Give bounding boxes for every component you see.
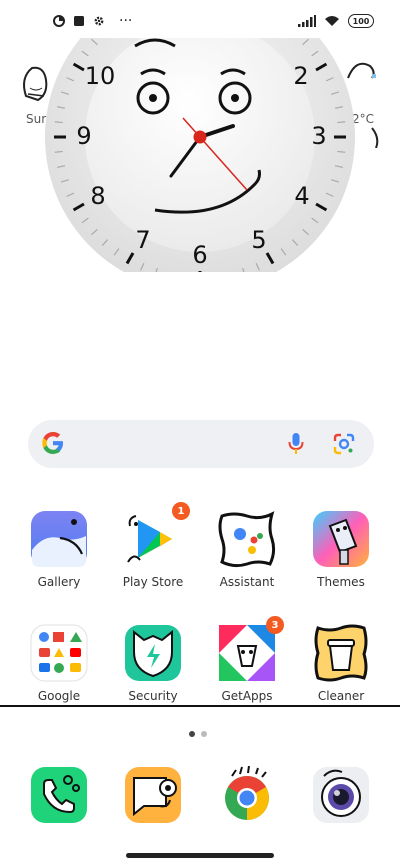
clock-number-7: 7 [135, 226, 150, 254]
getapps-icon [219, 625, 275, 681]
google-g-icon [42, 432, 63, 454]
google-search-bar[interactable] [28, 420, 374, 468]
clock-minute-tick [337, 150, 346, 153]
clock-number-3: 3 [311, 122, 326, 150]
page-dot-2[interactable] [201, 731, 207, 737]
app-themes[interactable]: Themes [301, 510, 381, 589]
app-label: Assistant [219, 575, 275, 589]
square-stop-icon [74, 16, 84, 26]
play-store-icon [127, 515, 172, 563]
microphone-icon[interactable] [288, 432, 304, 456]
themes-icon [313, 511, 369, 567]
app-gallery[interactable]: Gallery [19, 510, 99, 589]
clock-number-4: 4 [294, 182, 309, 210]
clock-number-10: 10 [85, 62, 116, 90]
app-security[interactable]: Security [113, 624, 193, 703]
clock-minute-tick [54, 150, 63, 153]
app-play-store[interactable]: 1 Play Store [113, 502, 193, 589]
assistant-icon [218, 511, 276, 568]
dock-camera[interactable] [312, 766, 370, 824]
clock-number-6: 6 [192, 241, 207, 269]
dock-messages[interactable] [124, 766, 182, 824]
divider-line [0, 705, 400, 707]
more-dots-icon: ··· [119, 13, 133, 29]
page-dot-1[interactable] [189, 731, 195, 737]
app-google-folder[interactable]: Google [19, 624, 99, 703]
home-indicator[interactable] [126, 853, 274, 858]
battery-level: 100 [352, 16, 370, 26]
wifi-icon [325, 16, 339, 26]
notification-badge: 3 [266, 616, 284, 634]
app-assistant[interactable]: Assistant [207, 510, 287, 589]
status-bar: ··· 100 [0, 12, 400, 32]
app-label: Themes [317, 575, 365, 589]
signal-icon [298, 15, 316, 27]
dock-phone[interactable] [30, 766, 88, 824]
app-label: Google [37, 689, 81, 703]
battery-icon: 100 [348, 14, 374, 28]
weather-left-label: Sur [26, 112, 47, 126]
clock-center-pin [193, 130, 207, 144]
notification-badge: 1 [172, 502, 190, 520]
analog-clock-widget[interactable]: 10 2 9 3 8 4 7 5 6 [45, 38, 355, 272]
app-cleaner[interactable]: Cleaner [301, 624, 381, 703]
clock-minute-tick [54, 121, 63, 124]
data-saver-icon [53, 15, 65, 27]
clock-number-5: 5 [251, 226, 266, 254]
gear-icon [94, 16, 104, 26]
cleaner-icon [314, 624, 368, 682]
clock-number-2: 2 [293, 62, 308, 90]
weather-right-label: 2°C [351, 112, 374, 126]
security-icon [125, 625, 181, 681]
clock-number-9: 9 [76, 122, 91, 150]
clock-number-8: 8 [90, 182, 105, 210]
app-label: Play Store [122, 575, 184, 589]
clock-minute-tick [337, 121, 346, 124]
gallery-icon [31, 511, 87, 567]
page-indicator[interactable] [189, 731, 207, 737]
app-label: GetApps [221, 689, 273, 703]
google-folder-icon [30, 624, 88, 682]
app-getapps[interactable]: 3 GetApps [207, 616, 287, 703]
app-label: Cleaner [317, 689, 365, 703]
app-label: Security [128, 689, 178, 703]
chrome-icon [225, 766, 269, 820]
google-lens-icon[interactable] [332, 432, 356, 456]
app-label: Gallery [37, 575, 81, 589]
dock-chrome[interactable] [218, 766, 276, 824]
